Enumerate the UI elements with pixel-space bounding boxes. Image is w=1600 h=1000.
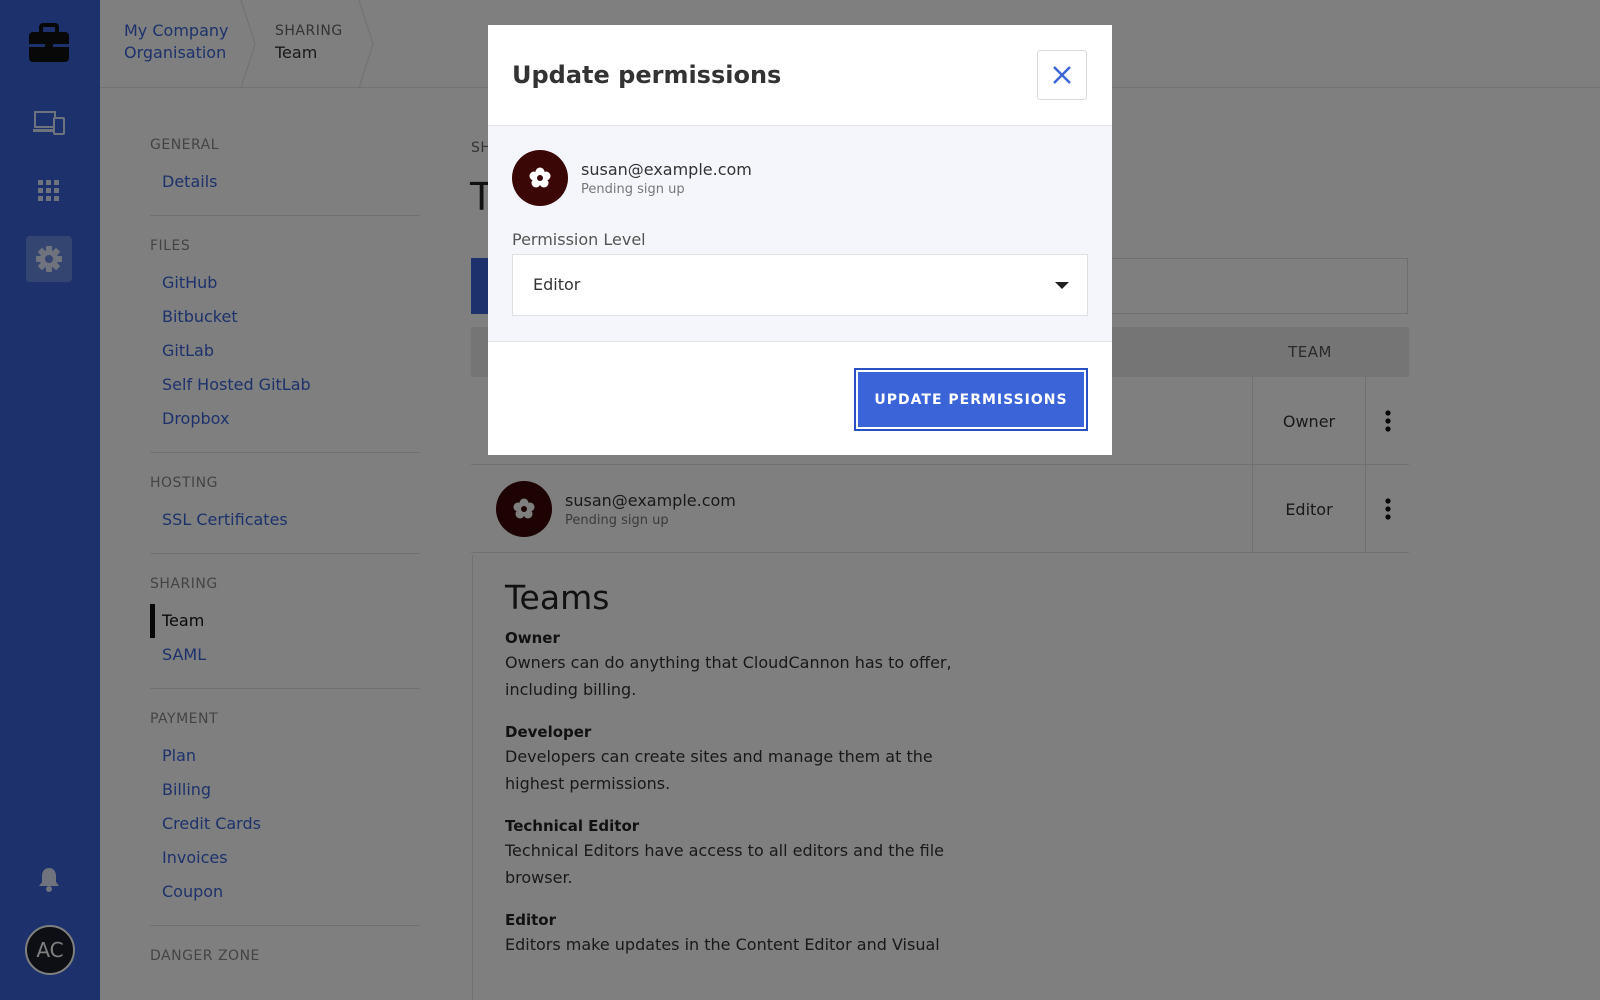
dialog-title: Update permissions (512, 61, 782, 89)
close-icon (1053, 66, 1071, 84)
dialog-header: Update permissions (488, 25, 1112, 126)
update-permissions-button[interactable]: UPDATE PERMISSIONS (854, 368, 1088, 431)
dialog-footer: UPDATE PERMISSIONS (488, 342, 1112, 455)
permission-level-value: Editor (533, 275, 581, 294)
permission-level-select[interactable]: Editor (512, 254, 1088, 316)
user-status: Pending sign up (581, 182, 685, 197)
update-permissions-dialog: Update permissions susan@example.com Pen… (488, 25, 1112, 455)
chevron-down-icon (1055, 282, 1069, 289)
permission-level-label: Permission Level (512, 230, 646, 249)
dialog-body: susan@example.com Pending sign up Permis… (488, 126, 1112, 342)
user-avatar (512, 150, 568, 206)
user-email: susan@example.com (581, 160, 752, 179)
close-button[interactable] (1037, 50, 1087, 100)
